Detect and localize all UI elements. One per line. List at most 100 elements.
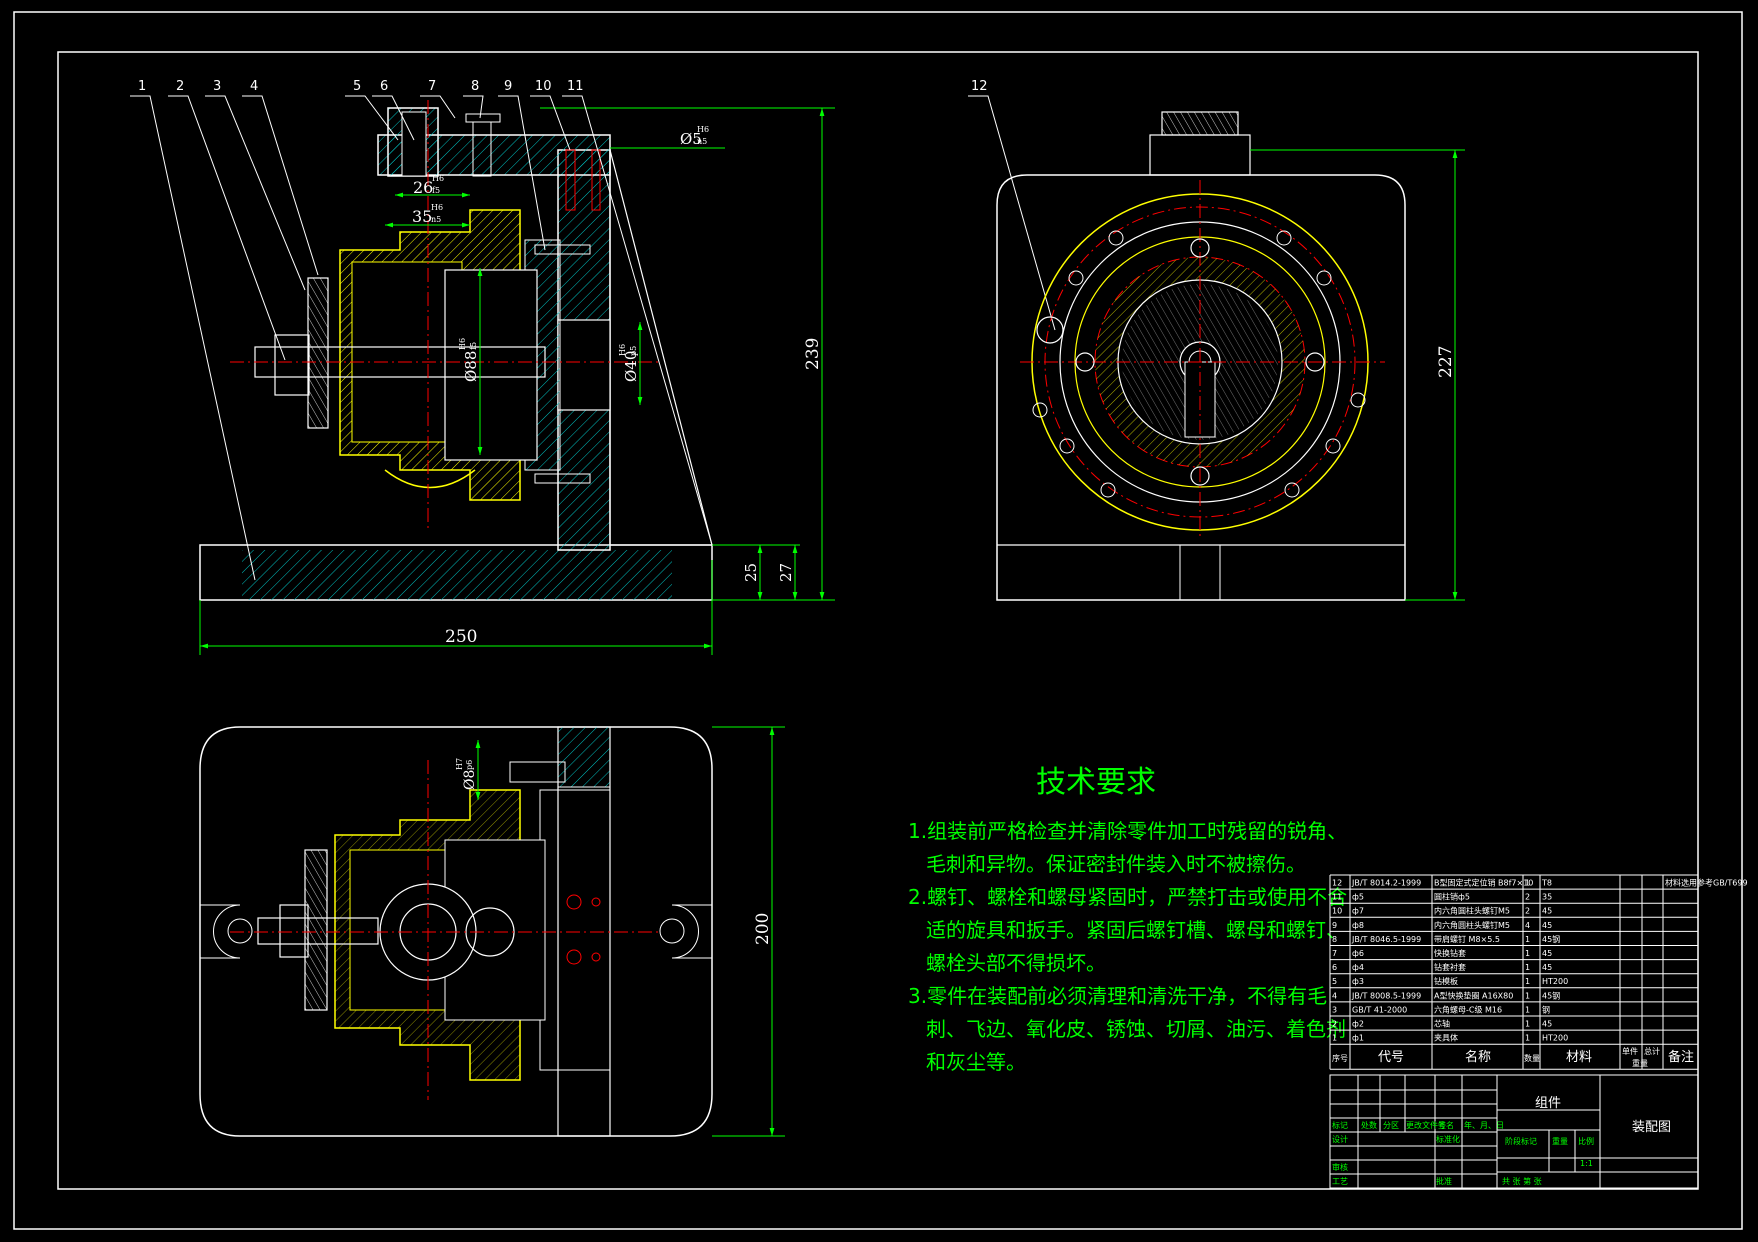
- sign-label-6: 年、月、日: [1464, 1120, 1504, 1130]
- dim-d88-upper: H6: [458, 338, 467, 350]
- bom-cell: 内六角圆柱头螺钉M5: [1434, 920, 1510, 930]
- dim-27: 27: [777, 563, 795, 582]
- bom-cell: 45钢: [1542, 934, 1560, 944]
- balloon-8: 8: [471, 79, 479, 94]
- process-label: 工艺: [1332, 1177, 1348, 1186]
- bom-cell: ф3: [1352, 977, 1364, 986]
- knurled-head: [1161, 111, 1239, 136]
- bom-cell: 1: [1525, 1005, 1530, 1014]
- dim-239: 239: [803, 338, 823, 370]
- bom-cell: 45: [1542, 907, 1552, 916]
- sheets-label: 共 张 第 张: [1502, 1176, 1542, 1186]
- bom-cell: 2: [1525, 907, 1530, 916]
- dim-26-lower: f5: [432, 186, 440, 195]
- dim-d8-upper: H7: [455, 758, 464, 770]
- bom-cell: JB/T 8046.5-1999: [1351, 935, 1421, 944]
- bom-header-unit: 单件: [1622, 1046, 1638, 1056]
- bom-cell: ф6: [1352, 949, 1364, 958]
- bom-cell: 5: [1332, 977, 1337, 986]
- balloon-4: 4: [250, 79, 258, 94]
- dim-25: 25: [742, 563, 760, 582]
- bom-cell: 钻套衬套: [1434, 962, 1466, 972]
- bom-cell: 4: [1525, 921, 1530, 930]
- dim-d5-lower: n5: [697, 137, 707, 146]
- bom-cell: 45钢: [1542, 990, 1560, 1000]
- req-line-1: 1.组装前严格检查并清除零件加工时残留的锐角、: [908, 819, 1347, 843]
- bom-cell: ф5: [1352, 893, 1364, 902]
- dim-d40-upper: H6: [618, 344, 627, 356]
- bom-cell: A型快换垫圈 A16X80: [1434, 990, 1513, 1000]
- balloon-10: 10: [535, 79, 552, 94]
- bom-cell: ф4: [1352, 963, 1364, 972]
- scale-value: 1:1: [1580, 1159, 1593, 1168]
- req-line-8: 和灰尘等。: [926, 1050, 1026, 1074]
- bom-cell: 钻模板: [1434, 976, 1458, 986]
- assembly-drawing: 1 2 3 4 5 6 7 8 9 10 11 12 250 239 25 27…: [13, 11, 1748, 1230]
- balloon-12: 12: [971, 79, 988, 94]
- dim-35: 35: [412, 207, 432, 226]
- bom-cell: HT200: [1542, 977, 1568, 986]
- dim-26: 26: [413, 178, 433, 197]
- weight-label: 重量: [1552, 1136, 1568, 1146]
- bom-header-weight: 重量: [1632, 1058, 1648, 1068]
- design-label: 设计: [1332, 1134, 1348, 1144]
- inner-frame: [57, 51, 1699, 1190]
- balloon-2: 2: [176, 79, 184, 94]
- balloon-labels: 1 2 3 4 5 6 7 8 9 10 11 12: [138, 79, 988, 94]
- bom-cell: 快换钻套: [1434, 948, 1466, 958]
- bill-of-materials: 12 JB/T 8014.2-1999 B型固定式定位销 B8f7×101 T8 材料选…: [1329, 874, 1748, 1070]
- bom-cell: 4: [1332, 991, 1337, 1000]
- top-view: 200 Ø8 H7 p6: [199, 726, 785, 1137]
- dim-d8: Ø8: [462, 770, 478, 790]
- bom-cell: 圆柱销ф5: [1434, 892, 1470, 902]
- standard-label: 标准化: [1436, 1134, 1460, 1144]
- bom-cell: 1: [1525, 963, 1530, 972]
- bom-cell: ф7: [1352, 907, 1364, 916]
- side-view: 227: [996, 111, 1465, 601]
- balloon-7: 7: [428, 79, 436, 94]
- req-line-5: 螺栓头部不得损坏。: [926, 951, 1106, 975]
- bom-cell: 45: [1542, 1020, 1552, 1029]
- requirements-title: 技术要求: [1036, 765, 1156, 800]
- drill-bushing-top: [1149, 134, 1251, 176]
- technical-requirements: 技术要求 1.组装前严格检查并清除零件加工时残留的锐角、 毛刺和异物。保证密封件…: [908, 765, 1347, 1074]
- bom-header-total: 总计: [1644, 1046, 1660, 1056]
- bom-cell: B型固定式定位销 B8f7×10: [1434, 878, 1533, 888]
- sign-label-2: 处数: [1361, 1120, 1377, 1130]
- bom-cell: 45: [1542, 963, 1552, 972]
- outer-frame: [13, 11, 1743, 1230]
- dim-250: 250: [445, 627, 477, 647]
- bom-cell: T8: [1541, 879, 1552, 888]
- bom-header-code: 代号: [1378, 1050, 1404, 1065]
- approve-label: 批准: [1436, 1176, 1452, 1186]
- bom-cell: 1: [1525, 991, 1530, 1000]
- dim-d5-upper: H6: [697, 125, 709, 134]
- req-line-2: 毛刺和异物。保证密封件装入时不被擦伤。: [926, 852, 1306, 876]
- bom-cell: 8: [1332, 935, 1337, 944]
- bom-cell: JB/T 8008.5-1999: [1351, 991, 1421, 1000]
- bom-cell: 夹具体: [1434, 1033, 1458, 1043]
- bom-cell: 芯轴: [1434, 1019, 1450, 1029]
- front-view: [199, 100, 835, 655]
- req-line-3: 2.螺钉、螺栓和螺母紧固时，严禁打击或使用不合: [908, 885, 1347, 909]
- scale-label: 比例: [1578, 1136, 1594, 1146]
- hex-nut: [274, 334, 310, 396]
- dim-d40-lower: p5: [629, 346, 638, 356]
- bom-cell: 1: [1525, 977, 1530, 986]
- bom-cell: 带肩螺钉 M8×5.5: [1434, 934, 1500, 944]
- bom-cell: GB/T 41-2000: [1352, 1005, 1407, 1014]
- bom-cell: 1: [1332, 1034, 1337, 1043]
- dim-200: 200: [753, 913, 773, 945]
- bom-cell: 2: [1332, 1020, 1337, 1029]
- bom-cell: 45: [1542, 949, 1552, 958]
- bom-cell: 1: [1525, 1020, 1530, 1029]
- drawing-name: 装配图: [1632, 1120, 1671, 1135]
- dim-d88: Ø88: [462, 351, 480, 382]
- bom-cell: 钢: [1542, 1004, 1550, 1014]
- sign-label-5: 签名: [1438, 1120, 1454, 1130]
- bom-header-qty: 数量: [1524, 1053, 1540, 1063]
- bom-cell: JB/T 8014.2-1999: [1351, 879, 1421, 888]
- bom-cell: ф1: [1352, 1034, 1364, 1043]
- bom-header-remark: 备注: [1668, 1049, 1694, 1065]
- dim-35-upper: H6: [431, 203, 443, 212]
